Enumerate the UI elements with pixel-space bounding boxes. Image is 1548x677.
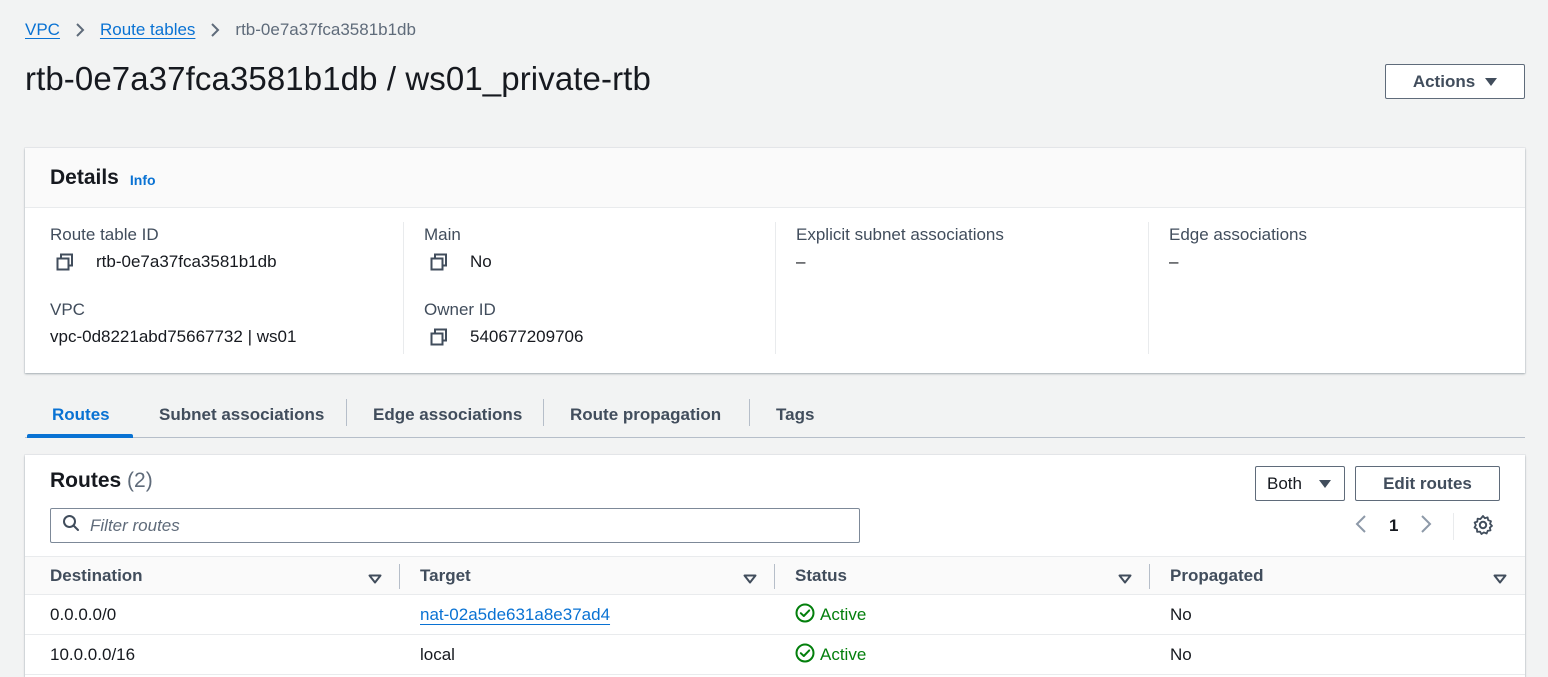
caret-down-icon xyxy=(1318,479,1331,488)
actions-button-label: Actions xyxy=(1412,71,1476,91)
info-link[interactable]: Info xyxy=(130,172,156,188)
tab-route-propagation[interactable]: Route propagation xyxy=(570,393,721,437)
page-title: rtb-0e7a37fca3581b1db / ws01_private-rtb xyxy=(25,60,651,97)
routes-count: (2) xyxy=(127,469,153,492)
route-table-id-label: Route table ID xyxy=(50,225,159,244)
column-header-target[interactable]: Target xyxy=(420,557,471,595)
cell-propagated: No xyxy=(1170,605,1192,624)
routes-title-text: Routes xyxy=(50,469,122,492)
chevron-left-icon[interactable] xyxy=(1355,514,1367,539)
tab-edge-associations[interactable]: Edge associations xyxy=(373,393,522,437)
cell-status: Active xyxy=(795,595,866,635)
active-tab-indicator xyxy=(27,434,133,438)
details-grid: Route table ID rtb-0e7a37fca3581b1db VPC… xyxy=(25,208,1525,373)
edit-routes-button[interactable]: Edit routes xyxy=(1355,466,1500,501)
details-column-2: Main No Owner ID 540677209706 xyxy=(403,222,776,354)
sort-caret-icon[interactable] xyxy=(1118,571,1132,589)
routes-panel: Routes (2) Both Edit routes 1 Destinatio… xyxy=(25,455,1525,677)
edge-associations-label: Edge associations xyxy=(1169,225,1307,244)
cell-propagated: No xyxy=(1170,645,1192,664)
cell-target: local xyxy=(420,645,455,664)
column-header-status[interactable]: Status xyxy=(795,557,847,595)
edge-associations-value: – xyxy=(1169,252,1179,271)
caret-down-icon xyxy=(1485,77,1498,86)
pagination: 1 xyxy=(1355,511,1432,541)
chevron-right-icon[interactable] xyxy=(1420,514,1432,539)
chevron-right-icon xyxy=(195,22,235,38)
main-value-text: No xyxy=(470,252,492,271)
details-panel: Details Info Route table ID rtb-0e7a37fc… xyxy=(25,148,1525,373)
table-header: Destination Target Status Propagated xyxy=(25,556,1525,595)
main-value: No xyxy=(430,252,492,272)
vpc-link[interactable]: vpc-0d8221abd75667732 | ws01 xyxy=(50,327,296,347)
target-nat-gateway-link[interactable]: nat-02a5de631a8e37ad4 xyxy=(420,605,610,625)
breadcrumb: VPC Route tables rtb-0e7a37fca3581b1db xyxy=(25,19,416,41)
route-filter-select[interactable]: Both xyxy=(1255,466,1345,501)
column-header-propagated[interactable]: Propagated xyxy=(1170,557,1264,595)
sort-caret-icon[interactable] xyxy=(368,571,382,589)
route-filter-select-value: Both xyxy=(1267,473,1302,493)
filter-routes-input[interactable] xyxy=(90,515,790,536)
route-table-id-value: rtb-0e7a37fca3581b1db xyxy=(56,252,277,272)
owner-id-value: 540677209706 xyxy=(430,327,583,347)
copy-icon[interactable] xyxy=(430,328,448,346)
details-column-4: Edge associations – xyxy=(1148,222,1521,354)
breadcrumb-vpc-link[interactable]: VPC xyxy=(25,20,60,40)
cell-destination: 0.0.0.0/0 xyxy=(50,605,117,624)
chevron-right-icon xyxy=(60,22,100,38)
actions-button[interactable]: Actions xyxy=(1385,64,1525,99)
tab-routes[interactable]: Routes xyxy=(52,393,110,437)
details-header: Details Info xyxy=(25,148,1525,208)
route-table-id-text: rtb-0e7a37fca3581b1db xyxy=(96,252,277,271)
status-text: Active xyxy=(820,605,867,624)
sort-caret-icon[interactable] xyxy=(1493,571,1507,589)
details-title: Details xyxy=(50,165,119,189)
current-page-number[interactable]: 1 xyxy=(1389,516,1398,536)
copy-icon[interactable] xyxy=(430,253,448,271)
tab-subnet-associations[interactable]: Subnet associations xyxy=(159,393,324,437)
pagination-divider xyxy=(1453,513,1454,540)
breadcrumb-route-tables-link[interactable]: Route tables xyxy=(100,20,195,40)
explicit-subnet-associations-label: Explicit subnet associations xyxy=(796,225,1004,244)
explicit-subnet-associations-value: – xyxy=(796,252,806,271)
table-row[interactable]: 10.0.0.0/16 local Active No xyxy=(25,635,1525,675)
details-column-3: Explicit subnet associations – xyxy=(775,222,1148,354)
column-divider xyxy=(774,564,775,589)
breadcrumb-current: rtb-0e7a37fca3581b1db xyxy=(235,20,416,39)
sort-caret-icon[interactable] xyxy=(743,571,757,589)
details-column-1: Route table ID rtb-0e7a37fca3581b1db VPC… xyxy=(50,222,400,354)
tab-tags[interactable]: Tags xyxy=(776,393,814,437)
table-row[interactable]: 0.0.0.0/0 nat-02a5de631a8e37ad4 Active N… xyxy=(25,595,1525,635)
check-circle-icon xyxy=(795,603,815,628)
cell-destination: 10.0.0.0/16 xyxy=(50,645,136,664)
cell-status: Active xyxy=(795,635,866,675)
copy-icon[interactable] xyxy=(56,253,74,271)
tab-divider xyxy=(749,399,750,426)
routes-title: Routes (2) xyxy=(50,469,153,493)
vpc-label: VPC xyxy=(50,300,85,319)
status-text: Active xyxy=(820,645,867,664)
column-divider xyxy=(399,564,400,589)
tab-divider xyxy=(543,399,544,426)
search-icon xyxy=(62,514,80,537)
column-divider xyxy=(1149,564,1150,589)
main-label: Main xyxy=(424,225,461,244)
cell-target: nat-02a5de631a8e37ad4 xyxy=(420,595,610,635)
owner-id-text: 540677209706 xyxy=(470,327,584,346)
owner-id-label: Owner ID xyxy=(424,300,496,319)
column-header-destination[interactable]: Destination xyxy=(50,557,143,595)
filter-routes-field[interactable] xyxy=(50,508,860,543)
tab-divider xyxy=(346,399,347,426)
gear-icon[interactable] xyxy=(1472,514,1494,541)
check-circle-icon xyxy=(795,643,815,668)
routes-table: Destination Target Status Propagated 0.0… xyxy=(25,556,1525,675)
tab-bar: Routes Subnet associations Edge associat… xyxy=(25,393,1525,438)
